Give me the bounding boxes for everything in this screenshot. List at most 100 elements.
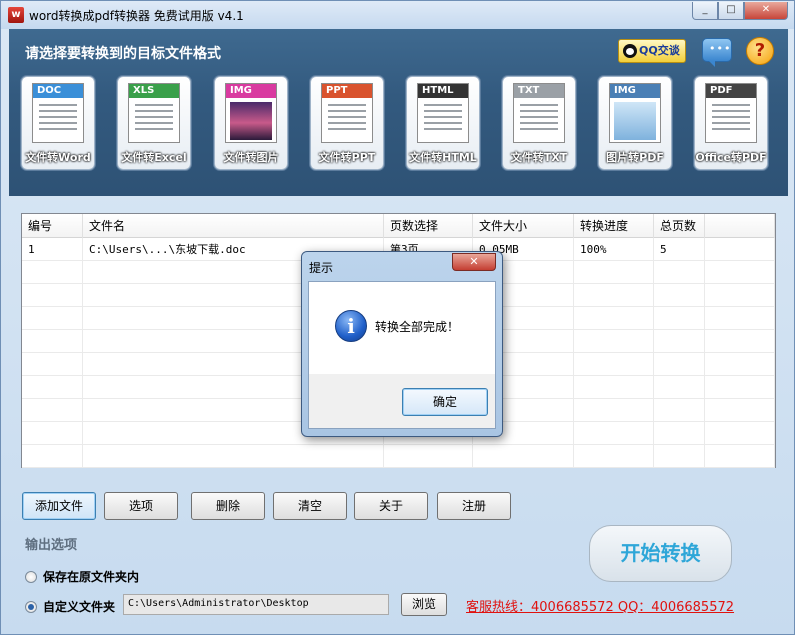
- format-button-to-word[interactable]: DOC 文件转Word: [21, 76, 95, 170]
- about-button[interactable]: 关于: [354, 492, 428, 520]
- title-bar[interactable]: w word转换成pdf转换器 免费试用版 v4.1 _ □ ✕: [1, 1, 794, 29]
- maximize-button[interactable]: □: [718, 2, 744, 20]
- start-convert-button[interactable]: 开始转换: [589, 525, 732, 582]
- table-cell: [22, 261, 83, 284]
- format-button-label: 文件转PPT: [318, 151, 376, 164]
- dialog-close-button[interactable]: ✕: [452, 253, 496, 271]
- format-to-excel-icon: XLS: [128, 83, 180, 143]
- format-tag: TXT: [514, 84, 564, 98]
- table-cell: [654, 353, 705, 376]
- table-header: 编号 文件名 页数选择 文件大小 转换进度 总页数: [22, 214, 775, 238]
- qq-chat-button[interactable]: QQ交谈: [618, 39, 686, 63]
- browse-button[interactable]: 浏览: [401, 593, 447, 616]
- format-button-label: 文件转Word: [25, 151, 91, 164]
- custom-folder-option[interactable]: 自定义文件夹: [25, 598, 115, 615]
- table-cell-filler: [705, 261, 775, 284]
- format-button-label: 文件转HTML: [409, 151, 477, 164]
- qq-chat-label: QQ交谈: [639, 44, 680, 57]
- format-icon-art: [135, 104, 173, 134]
- format-tag: IMG: [226, 84, 276, 98]
- column-header-filename[interactable]: 文件名: [83, 214, 384, 238]
- minimize-button[interactable]: _: [692, 2, 718, 20]
- hotline-link[interactable]: 客服热线：4006685572 QQ：4006685572: [466, 596, 734, 615]
- table-cell: [574, 353, 654, 376]
- table-cell-filler: [705, 445, 775, 468]
- format-button-office-to-pdf[interactable]: PDF Office转PDF: [694, 76, 768, 170]
- format-to-image-icon: IMG: [225, 83, 277, 143]
- table-cell: [654, 422, 705, 445]
- table-cell-filler: [705, 399, 775, 422]
- table-cell: [22, 284, 83, 307]
- custom-folder-label[interactable]: 自定义文件夹: [43, 598, 115, 615]
- column-header-progress[interactable]: 转换进度: [574, 214, 654, 238]
- format-icon-art: [39, 104, 77, 134]
- table-cell: [22, 307, 83, 330]
- help-icon[interactable]: ?: [746, 37, 774, 65]
- table-row[interactable]: [22, 445, 775, 468]
- format-icon-art: [230, 102, 272, 140]
- custom-folder-radio[interactable]: [25, 600, 37, 613]
- table-cell-filler: [705, 238, 775, 261]
- format-button-label: 图片转PDF: [606, 151, 664, 164]
- table-cell: [22, 422, 83, 445]
- format-tag: HTML: [418, 84, 468, 98]
- save-original-radio[interactable]: [25, 570, 37, 583]
- format-button-image-to-pdf[interactable]: IMG 图片转PDF: [598, 76, 672, 170]
- app-window: w word转换成pdf转换器 免费试用版 v4.1 _ □ ✕ 请选择要转换到…: [0, 0, 795, 635]
- format-button-label: Office转PDF: [695, 151, 767, 164]
- format-button-to-txt[interactable]: TXT 文件转TXT: [502, 76, 576, 170]
- table-cell-filler: [705, 376, 775, 399]
- format-icon-art: [712, 104, 750, 134]
- column-header-index[interactable]: 编号: [22, 214, 83, 238]
- column-header-pages[interactable]: 页数选择: [384, 214, 473, 238]
- options-button[interactable]: 选项: [104, 492, 178, 520]
- format-button-to-ppt[interactable]: PPT 文件转PPT: [310, 76, 384, 170]
- format-to-word-icon: DOC: [32, 83, 84, 143]
- table-cell: [83, 445, 384, 468]
- info-icon: i: [335, 310, 367, 342]
- window-title: word转换成pdf转换器 免费试用版 v4.1: [29, 9, 244, 23]
- save-original-label[interactable]: 保存在原文件夹内: [43, 568, 139, 585]
- format-office-to-pdf-icon: PDF: [705, 83, 757, 143]
- register-button[interactable]: 注册: [437, 492, 511, 520]
- format-to-html-icon: HTML: [417, 83, 469, 143]
- close-button[interactable]: ✕: [744, 2, 788, 20]
- format-tag: PPT: [322, 84, 372, 98]
- table-cell: 5: [654, 238, 705, 261]
- format-icon-art: [614, 102, 656, 140]
- format-icon-art: [328, 104, 366, 134]
- format-tag: DOC: [33, 84, 83, 98]
- format-button-label: 文件转Excel: [121, 151, 187, 164]
- table-cell: [574, 261, 654, 284]
- save-original-option[interactable]: 保存在原文件夹内: [25, 568, 139, 585]
- format-icon-art: [424, 104, 462, 134]
- qq-penguin-icon: [623, 44, 637, 58]
- format-button-to-image[interactable]: IMG 文件转图片: [214, 76, 288, 170]
- dialog-title: 提示: [309, 261, 334, 275]
- format-panel: 请选择要转换到的目标文件格式 QQ交谈 ? DOC 文件转Word XLS 文件转Ex…: [9, 29, 788, 196]
- clear-button[interactable]: 清空: [273, 492, 347, 520]
- message-dialog: 提示 ✕ i 转换全部完成！ 确定: [301, 251, 503, 437]
- dialog-message-area: i 转换全部完成！: [309, 282, 495, 374]
- format-tag: PDF: [706, 84, 756, 98]
- output-path-input[interactable]: C:\Users\Administrator\Desktop: [123, 594, 389, 615]
- table-cell: [654, 445, 705, 468]
- format-icon-art: [520, 104, 558, 134]
- window-controls: _ □ ✕: [692, 2, 788, 20]
- delete-button[interactable]: 删除: [191, 492, 265, 520]
- table-cell: [654, 399, 705, 422]
- table-cell: [654, 307, 705, 330]
- add-file-button[interactable]: 添加文件: [22, 492, 96, 520]
- format-button-to-html[interactable]: HTML 文件转HTML: [406, 76, 480, 170]
- format-button-to-excel[interactable]: XLS 文件转Excel: [117, 76, 191, 170]
- format-to-ppt-icon: PPT: [321, 83, 373, 143]
- format-to-txt-icon: TXT: [513, 83, 565, 143]
- column-header-size[interactable]: 文件大小: [473, 214, 574, 238]
- column-header-total-pages[interactable]: 总页数: [654, 214, 705, 238]
- chat-bubble-icon[interactable]: [702, 38, 732, 67]
- format-tag: IMG: [610, 84, 660, 98]
- table-cell: [574, 330, 654, 353]
- ok-button[interactable]: 确定: [402, 388, 488, 416]
- format-image-to-pdf-icon: IMG: [609, 83, 661, 143]
- table-cell: [574, 307, 654, 330]
